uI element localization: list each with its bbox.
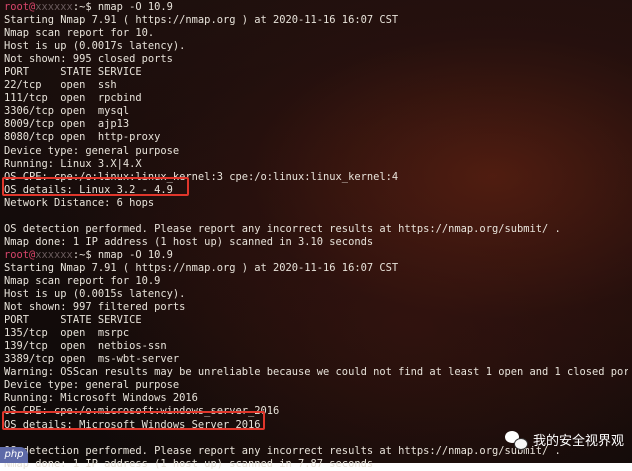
terminal-output-line: 3306/tcp open mysql — [4, 105, 130, 118]
terminal-output-line: Host is up (0.0017s latency). — [4, 40, 186, 53]
terminal-output-line: Warning: OSScan results may be unreliabl… — [4, 366, 628, 379]
terminal-output: root@xxxxxx:~$ nmap -O 10.9 Starting Nmap… — [4, 1, 628, 471]
prompt-host-masked: xxxxxx — [35, 248, 73, 261]
prompt-command: nmap -O 10.9 — [97, 248, 173, 261]
terminal-output-line: Starting Nmap 7.91 ( https://nmap.org ) … — [4, 261, 399, 274]
terminal-output-line: Nmap done: 1 IP address (1 host up) scan… — [4, 457, 374, 470]
terminal-prompt-line: root@xxxxxx:~$ nmap -O 10.9 — [4, 1, 628, 14]
terminal-output-line: 3389/tcp open ms-wbt-server — [4, 353, 180, 366]
terminal-output-line: Starting Nmap 7.91 ( https://nmap.org ) … — [4, 14, 399, 27]
terminal-output-line: Running: Linux 3.X|4.X — [4, 157, 142, 170]
terminal-output-line: 22/tcp open ssh — [4, 79, 117, 92]
terminal-output-line: OS detection performed. Please report an… — [4, 222, 561, 235]
prompt-user: root@ — [4, 1, 36, 13]
prompt-host-masked: xxxxxx — [35, 1, 73, 13]
prompt-command: nmap -O 10.9 — [97, 1, 173, 13]
terminal-prompt-line: root@xxxxxx:~$ nmap -O 10.9 — [4, 249, 628, 262]
terminal-output-line: Host is up (0.0015s latency). — [4, 288, 186, 301]
terminal-output-line: Nmap scan report for 10. — [4, 27, 155, 40]
terminal-output-line: 135/tcp open msrpc — [4, 327, 130, 340]
terminal-output-line: Device type: general purpose — [4, 379, 180, 392]
php-badge: php — [0, 447, 28, 463]
terminal-output-line: OS CPE: cpe:/o:linux:linux_kernel:3 cpe:… — [4, 170, 399, 183]
prompt-user: root@ — [4, 248, 36, 261]
terminal-output-line: Not shown: 997 filtered ports — [4, 301, 186, 314]
terminal-output-line: 8080/tcp open http-proxy — [4, 131, 161, 144]
terminal-output-line: 139/tcp open netbios-ssn — [4, 340, 167, 353]
terminal-window[interactable]: root@xxxxxx:~$ nmap -O 10.9 Starting Nmap… — [0, 0, 632, 470]
terminal-output-line: PORT STATE SERVICE — [4, 314, 142, 327]
terminal-output-line: Device type: general purpose — [4, 144, 180, 157]
terminal-output-line: 8009/tcp open ajp13 — [4, 118, 130, 131]
terminal-output-line: PORT STATE SERVICE — [4, 66, 142, 79]
terminal-output-line: OS details: Linux 3.2 - 4.9 — [4, 183, 173, 196]
terminal-output-line: OS CPE: cpe:/o:microsoft:windows_server_… — [4, 405, 280, 418]
watermark-text: 我的安全视界观 — [532, 434, 624, 449]
terminal-output-line: Nmap scan report for 10.9 — [4, 274, 161, 287]
terminal-output-line: Running: Microsoft Windows 2016 — [4, 392, 198, 405]
watermark: 我的安全视界观 — [504, 430, 624, 450]
chat-bubble-icon — [504, 430, 528, 450]
terminal-output-line: 111/tcp open rpcbind — [4, 92, 142, 105]
terminal-output-line: Network Distance: 6 hops — [4, 196, 155, 209]
terminal-output-line: Not shown: 995 closed ports — [4, 53, 173, 66]
prompt-separator: :~$ — [72, 248, 98, 261]
prompt-separator: :~$ — [72, 1, 98, 13]
terminal-output-line: Nmap done: 1 IP address (1 host up) scan… — [4, 235, 374, 248]
